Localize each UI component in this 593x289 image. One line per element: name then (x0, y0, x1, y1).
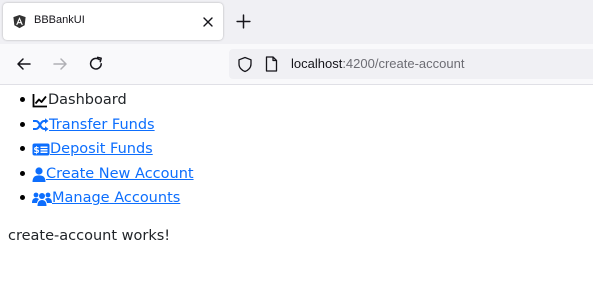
shield-icon[interactable] (237, 56, 253, 73)
list-bullet (20, 170, 25, 176)
close-tab-icon[interactable] (201, 15, 215, 29)
navigation-toolbar: localhost:4200/create-account (0, 44, 593, 85)
url-path: :4200/create-account (342, 56, 465, 71)
tab-title: BBBankUI (34, 14, 85, 26)
chart-line-icon (32, 93, 47, 108)
list-bullet (20, 121, 25, 127)
reload-icon[interactable] (87, 55, 105, 73)
shuffle-icon (33, 118, 49, 132)
browser-tab-active[interactable]: BBBankUI (3, 3, 223, 40)
manage-accounts-link[interactable]: Manage Accounts (52, 186, 180, 211)
new-tab-icon[interactable] (235, 13, 252, 30)
list-bullet (20, 146, 25, 152)
forward-arrow-icon[interactable] (51, 55, 69, 73)
back-arrow-icon[interactable] (15, 55, 33, 73)
list-bullet (20, 195, 25, 201)
users-icon (32, 192, 52, 207)
page-icon[interactable] (265, 56, 278, 72)
url-text[interactable]: localhost:4200/create-account (291, 56, 464, 71)
user-icon (32, 166, 46, 182)
address-bar[interactable]: localhost:4200/create-account (229, 49, 593, 79)
transfer-funds-link[interactable]: Transfer Funds (49, 113, 155, 138)
tab-strip: BBBankUI (0, 0, 593, 44)
page-message: create-account works! (8, 228, 171, 244)
dashboard-label: Dashboard (48, 92, 127, 108)
create-new-account-link[interactable]: Create New Account (46, 162, 194, 187)
deposit-funds-link[interactable]: Deposit Funds (50, 137, 153, 162)
list-bullet (20, 97, 25, 102)
url-host: localhost (291, 56, 343, 71)
angular-icon (13, 14, 26, 29)
svg-text:$: $ (33, 146, 39, 156)
money-bill-icon: $ (32, 143, 50, 156)
page-content: Dashboard Transfer Funds $ Deposit Funds… (0, 86, 593, 289)
